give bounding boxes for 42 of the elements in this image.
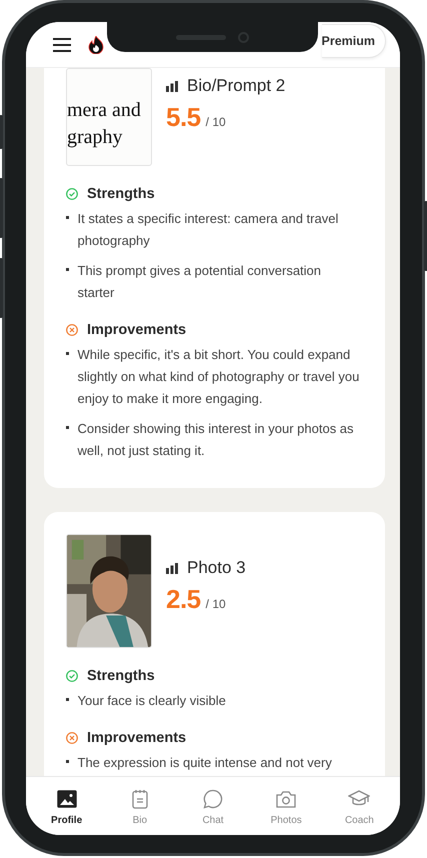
- score-max: / 10: [206, 115, 226, 129]
- nav-tab[interactable]: Chat: [176, 777, 250, 835]
- check-circle-icon: [66, 670, 78, 682]
- chat-bubble-icon: [203, 788, 223, 808]
- card-title: Photo 3: [187, 558, 246, 578]
- nav-tab[interactable]: Photos: [250, 777, 323, 835]
- score-value: 5.5: [166, 102, 201, 133]
- feedback-text: Consider showing this interest in your photos as well, not just stating it.: [78, 420, 355, 460]
- nav-tab[interactable]: Bio: [103, 777, 176, 835]
- bar-chart-icon: [166, 80, 178, 92]
- feedback-text: This prompt gives a potential conversation starter: [78, 262, 322, 302]
- camera-icon: [276, 788, 296, 808]
- image-icon: [56, 788, 77, 808]
- bullet-icon: [66, 352, 68, 354]
- premium-button[interactable]: Premium: [322, 24, 386, 58]
- section-heading: Improvements: [87, 730, 186, 746]
- notepad-icon: [132, 788, 148, 808]
- flame-logo-icon[interactable]: [88, 36, 104, 54]
- bar-chart-icon: [166, 562, 178, 574]
- feedback-text: The expression is quite intense and not very: [78, 754, 332, 772]
- thumbnail-text: graphy: [67, 125, 124, 150]
- feedback-text: It states a specific interest: camera and travel photography: [78, 210, 340, 250]
- x-circle-icon: [66, 324, 78, 336]
- nav-tab[interactable]: Profile: [30, 777, 104, 835]
- section-heading: Strengths: [87, 186, 155, 202]
- bullet-icon: [66, 216, 68, 218]
- bullet-icon: [66, 268, 68, 270]
- section-heading: Strengths: [87, 668, 155, 684]
- card-title: Bio/Prompt 2: [187, 76, 286, 96]
- x-circle-icon: [66, 732, 78, 744]
- bullet-icon: [66, 426, 68, 428]
- nav-tab[interactable]: Coach: [322, 777, 396, 835]
- menu-icon[interactable]: [53, 38, 71, 52]
- section-heading: Improvements: [87, 322, 186, 338]
- check-circle-icon: [66, 188, 78, 200]
- thumbnail-text: mera and: [67, 98, 142, 123]
- feedback-text: Your face is clearly visible: [78, 692, 226, 710]
- bullet-icon: [66, 760, 68, 762]
- feedback-text: While specific, it's a bit short. You could expand slightly on what kind of photography or travel you enjoy to make it more engaging.: [78, 346, 360, 408]
- bullet-icon: [66, 698, 68, 700]
- score-max: / 10: [206, 597, 226, 611]
- score-value: 2.5: [166, 584, 201, 615]
